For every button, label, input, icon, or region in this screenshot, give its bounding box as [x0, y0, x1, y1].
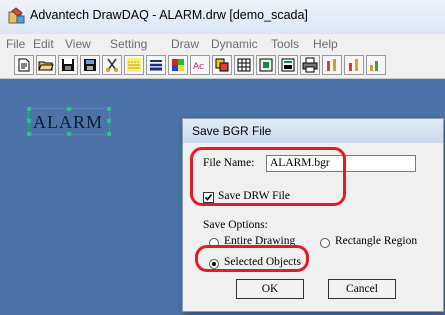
print-icon — [302, 57, 318, 73]
annotation-ring-selected-objects — [195, 245, 309, 272]
fill-style-icon — [150, 60, 162, 71]
selection-handle[interactable] — [27, 119, 31, 123]
rectangle-region-label: Rectangle Region — [335, 235, 418, 247]
color-icon — [172, 59, 184, 71]
tool-a-button[interactable] — [322, 55, 342, 75]
menu-tools[interactable]: Tools — [271, 37, 299, 51]
selection-handle[interactable] — [27, 132, 31, 136]
drawdaq-window: Advantech DrawDAQ - ALARM.drw [demo_scad… — [0, 0, 445, 315]
svg-text:Ac: Ac — [193, 62, 204, 72]
dialog-title: Save BGR File — [192, 124, 272, 138]
app-icon — [8, 7, 25, 24]
cut-button[interactable] — [102, 55, 122, 75]
save-all-button[interactable] — [80, 55, 100, 75]
align-button[interactable] — [256, 55, 276, 75]
tool-b-icon — [349, 59, 358, 71]
selection-handle[interactable] — [67, 107, 71, 111]
font-button[interactable]: Ac — [190, 55, 210, 75]
grid-button[interactable] — [234, 55, 254, 75]
open-icon — [38, 61, 54, 71]
tool-c-button[interactable] — [366, 55, 386, 75]
line-style-button[interactable] — [124, 55, 144, 75]
grid-icon — [237, 58, 251, 72]
menu-draw[interactable]: Draw — [171, 37, 199, 51]
menu-edit[interactable]: Edit — [33, 37, 54, 51]
tool-a-icon — [327, 59, 336, 71]
menu-bar: File Edit View Setting Draw Dynamic Tool… — [0, 34, 445, 54]
tool-b-button[interactable] — [344, 55, 364, 75]
save-icon — [62, 59, 74, 71]
align-icon — [259, 58, 273, 72]
selection-handle[interactable] — [67, 132, 71, 136]
toolbar: Ac — [0, 54, 445, 79]
open-button[interactable] — [36, 55, 56, 75]
fill-style-button[interactable] — [146, 55, 166, 75]
cancel-button[interactable]: Cancel — [328, 279, 396, 299]
copy-button[interactable] — [212, 55, 232, 75]
title-bar: Advantech DrawDAQ - ALARM.drw [demo_scad… — [0, 0, 445, 35]
print-button[interactable] — [300, 55, 320, 75]
window-title: Advantech DrawDAQ - ALARM.drw [demo_scad… — [30, 8, 308, 22]
line-style-icon — [127, 58, 141, 72]
menu-setting[interactable]: Setting — [110, 37, 147, 51]
menu-view[interactable]: View — [65, 37, 91, 51]
tool-c-icon — [370, 61, 378, 71]
menu-dynamic[interactable]: Dynamic — [211, 37, 258, 51]
save-options-label: Save Options: — [203, 219, 268, 231]
radio-rectangle-region[interactable] — [320, 238, 330, 248]
alarm-text: ALARM — [33, 112, 104, 132]
ok-button[interactable]: OK — [236, 279, 304, 299]
menu-file[interactable]: File — [6, 37, 25, 51]
dialog-title-bar: Save BGR File — [183, 119, 443, 143]
properties-icon — [281, 58, 295, 72]
save-button[interactable] — [58, 55, 78, 75]
cut-icon — [106, 58, 118, 72]
alarm-text-object[interactable]: ALARM — [27, 107, 111, 136]
font-icon: Ac — [193, 62, 204, 72]
save-all-icon — [84, 59, 96, 71]
new-icon — [18, 58, 30, 72]
menu-help[interactable]: Help — [313, 37, 338, 51]
selection-handle[interactable] — [107, 132, 111, 136]
annotation-ring-file-name — [190, 147, 346, 206]
new-button[interactable] — [14, 55, 34, 75]
copy-icon — [215, 58, 229, 72]
selection-handle[interactable] — [27, 107, 31, 111]
color-button[interactable] — [168, 55, 188, 75]
properties-button[interactable] — [278, 55, 298, 75]
selection-handle[interactable] — [107, 119, 111, 123]
selection-handle[interactable] — [107, 107, 111, 111]
